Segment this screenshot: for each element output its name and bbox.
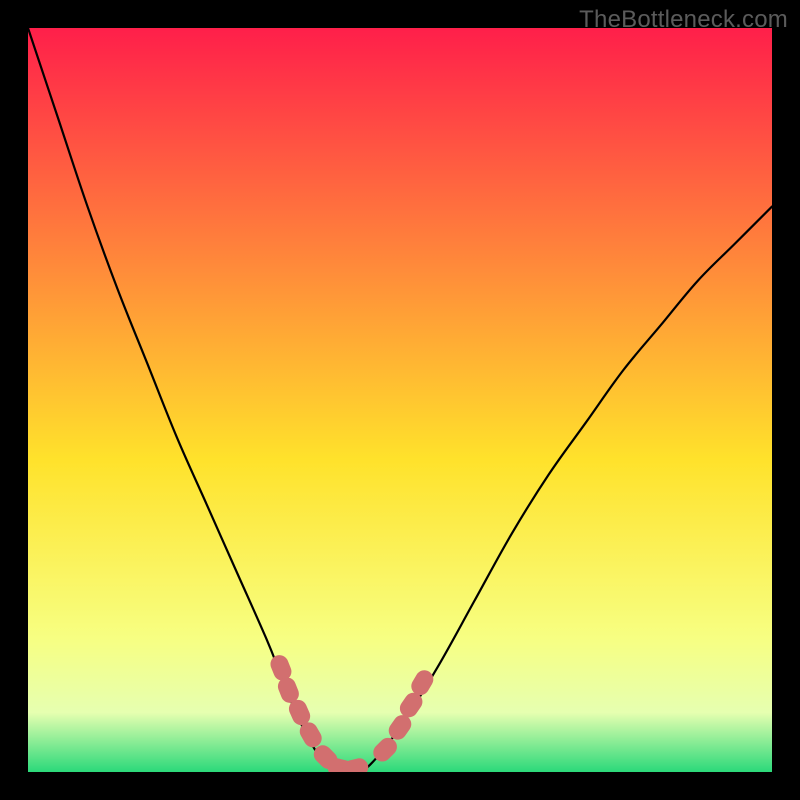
- plot-area: [28, 28, 772, 772]
- gradient-background: [28, 28, 772, 772]
- outer-frame: TheBottleneck.com: [0, 0, 800, 800]
- bottleneck-chart: [28, 28, 772, 772]
